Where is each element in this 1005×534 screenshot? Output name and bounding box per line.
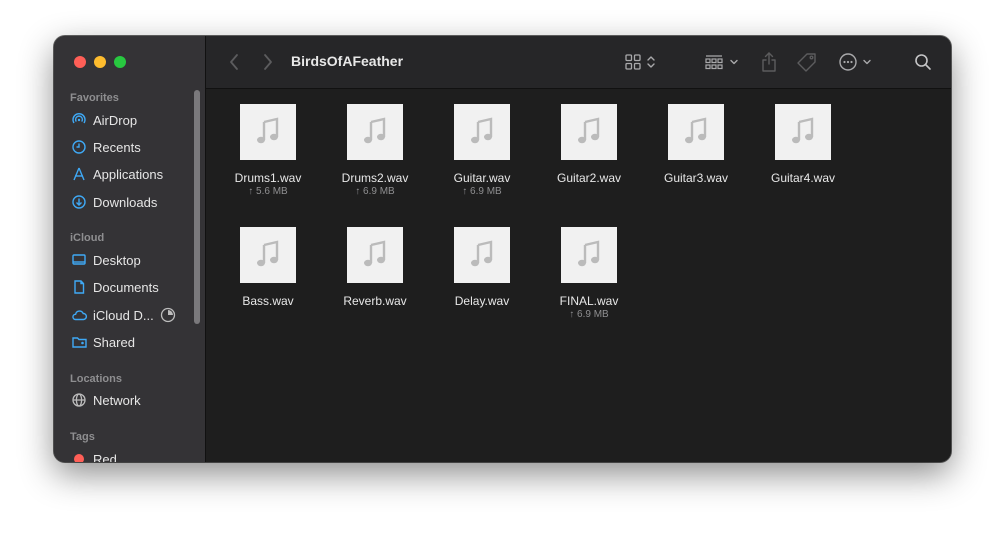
chevron-up-down-icon [647,56,655,68]
file-name: Drums2.wav [341,171,409,185]
chevron-left-icon [230,54,238,70]
group-by-button[interactable] [704,53,739,71]
audio-file-icon [240,104,296,160]
sidebar-item-label: iCloud D... [93,307,154,323]
file-item[interactable]: Guitar3.wav [648,104,744,185]
shared-folder-icon [70,333,88,351]
tag-icon [797,53,816,72]
sidebar-item-label: AirDrop [93,112,138,128]
share-icon [762,52,776,72]
file-item[interactable]: FINAL.wav ↑ 6.9 MB [541,227,637,322]
applications-icon [70,165,88,183]
red-tag-icon [70,450,88,462]
network-icon [70,391,88,409]
file-item[interactable]: Delay.wav [434,227,530,308]
toolbar: BirdsOfAFeather [206,36,951,89]
desktop-icon [70,251,88,269]
zoom-button[interactable] [114,56,126,68]
window-title: BirdsOfAFeather [291,53,404,69]
audio-file-icon [561,227,617,283]
view-mode-button[interactable] [624,53,656,71]
sidebar-item-desktop[interactable]: Desktop [70,249,196,271]
sidebar-item-downloads[interactable]: Downloads [70,191,196,213]
sidebar-item-shared[interactable]: Shared [70,331,196,353]
more-actions-button[interactable] [838,52,872,72]
file-item[interactable]: Drums1.wav ↑ 5.6 MB [220,104,316,199]
file-name: Guitar2.wav [556,171,622,185]
file-item[interactable]: Guitar.wav ↑ 6.9 MB [434,104,530,199]
sidebar-item-label: Applications [93,166,164,182]
file-name: Drums1.wav [234,171,302,185]
window-controls [74,56,126,68]
group-grid-icon [705,55,723,70]
file-item[interactable]: Guitar4.wav [755,104,851,185]
file-item[interactable]: Reverb.wav [327,227,423,308]
sidebar-item-label: Shared [93,334,135,350]
file-name: Guitar3.wav [663,171,729,185]
sidebar-item-network[interactable]: Network [70,389,196,411]
sidebar-item-label: Network [93,392,141,408]
upload-status: ↑ 6.9 MB [569,309,609,320]
sidebar-section-icloud: iCloud [70,232,105,244]
file-name: Guitar4.wav [770,171,836,185]
airdrop-icon [70,111,88,129]
download-icon [70,193,88,211]
icon-grid-icon [625,54,641,70]
file-item[interactable]: Drums2.wav ↑ 6.9 MB [327,104,423,199]
audio-file-icon [668,104,724,160]
audio-file-icon [240,227,296,283]
sidebar-item-label: Desktop [93,252,141,268]
audio-file-icon [454,227,510,283]
ellipsis-circle-icon [839,53,857,71]
file-item[interactable]: Bass.wav [220,227,316,308]
file-name: FINAL.wav [559,294,619,308]
share-button[interactable] [760,51,778,73]
file-name: Reverb.wav [343,294,407,308]
file-name: Bass.wav [242,294,294,308]
minimize-button[interactable] [94,56,106,68]
sidebar-section-locations: Locations [70,373,122,385]
file-name: Delay.wav [454,294,510,308]
audio-file-icon [347,227,403,283]
sidebar: Favorites AirDrop Recents Applications D… [54,36,206,462]
audio-file-icon [454,104,510,160]
audio-file-icon [347,104,403,160]
file-name: Guitar.wav [453,171,511,185]
search-button[interactable] [913,52,933,72]
forward-button[interactable] [262,53,274,71]
chevron-right-icon [264,54,272,70]
file-item[interactable]: Guitar2.wav [541,104,637,185]
close-button[interactable] [74,56,86,68]
audio-file-icon [561,104,617,160]
sidebar-item-recents[interactable]: Recents [70,136,196,158]
file-grid: Drums1.wav ↑ 5.6 MB Drums2.wav ↑ 6.9 MB … [206,89,951,462]
finder-window: Favorites AirDrop Recents Applications D… [54,36,951,462]
sidebar-item-label: Documents [93,279,159,295]
sidebar-item-tag-red[interactable]: Red [70,448,196,462]
sidebar-scrollbar[interactable] [194,90,200,324]
document-icon [70,278,88,296]
cloud-icon [70,306,88,324]
sidebar-item-documents[interactable]: Documents [70,276,196,298]
sidebar-section-favorites: Favorites [70,92,119,104]
upload-status: ↑ 6.9 MB [462,186,502,197]
sidebar-item-label: Downloads [93,194,158,210]
back-button[interactable] [228,53,240,71]
upload-status: ↑ 6.9 MB [355,186,395,197]
sidebar-item-airdrop[interactable]: AirDrop [70,109,196,131]
tag-button[interactable] [796,52,818,72]
sidebar-item-label: Red [93,451,117,463]
audio-file-icon [775,104,831,160]
upload-status: ↑ 5.6 MB [248,186,288,197]
sidebar-item-applications[interactable]: Applications [70,163,196,185]
sync-progress-icon [160,307,176,323]
sidebar-section-tags: Tags [70,431,95,443]
chevron-down-icon [730,59,738,65]
clock-icon [70,138,88,156]
sidebar-item-icloud-drive[interactable]: iCloud D... [70,304,196,326]
search-icon [915,54,931,70]
sidebar-item-label: Recents [93,139,141,155]
chevron-down-icon [863,59,871,65]
